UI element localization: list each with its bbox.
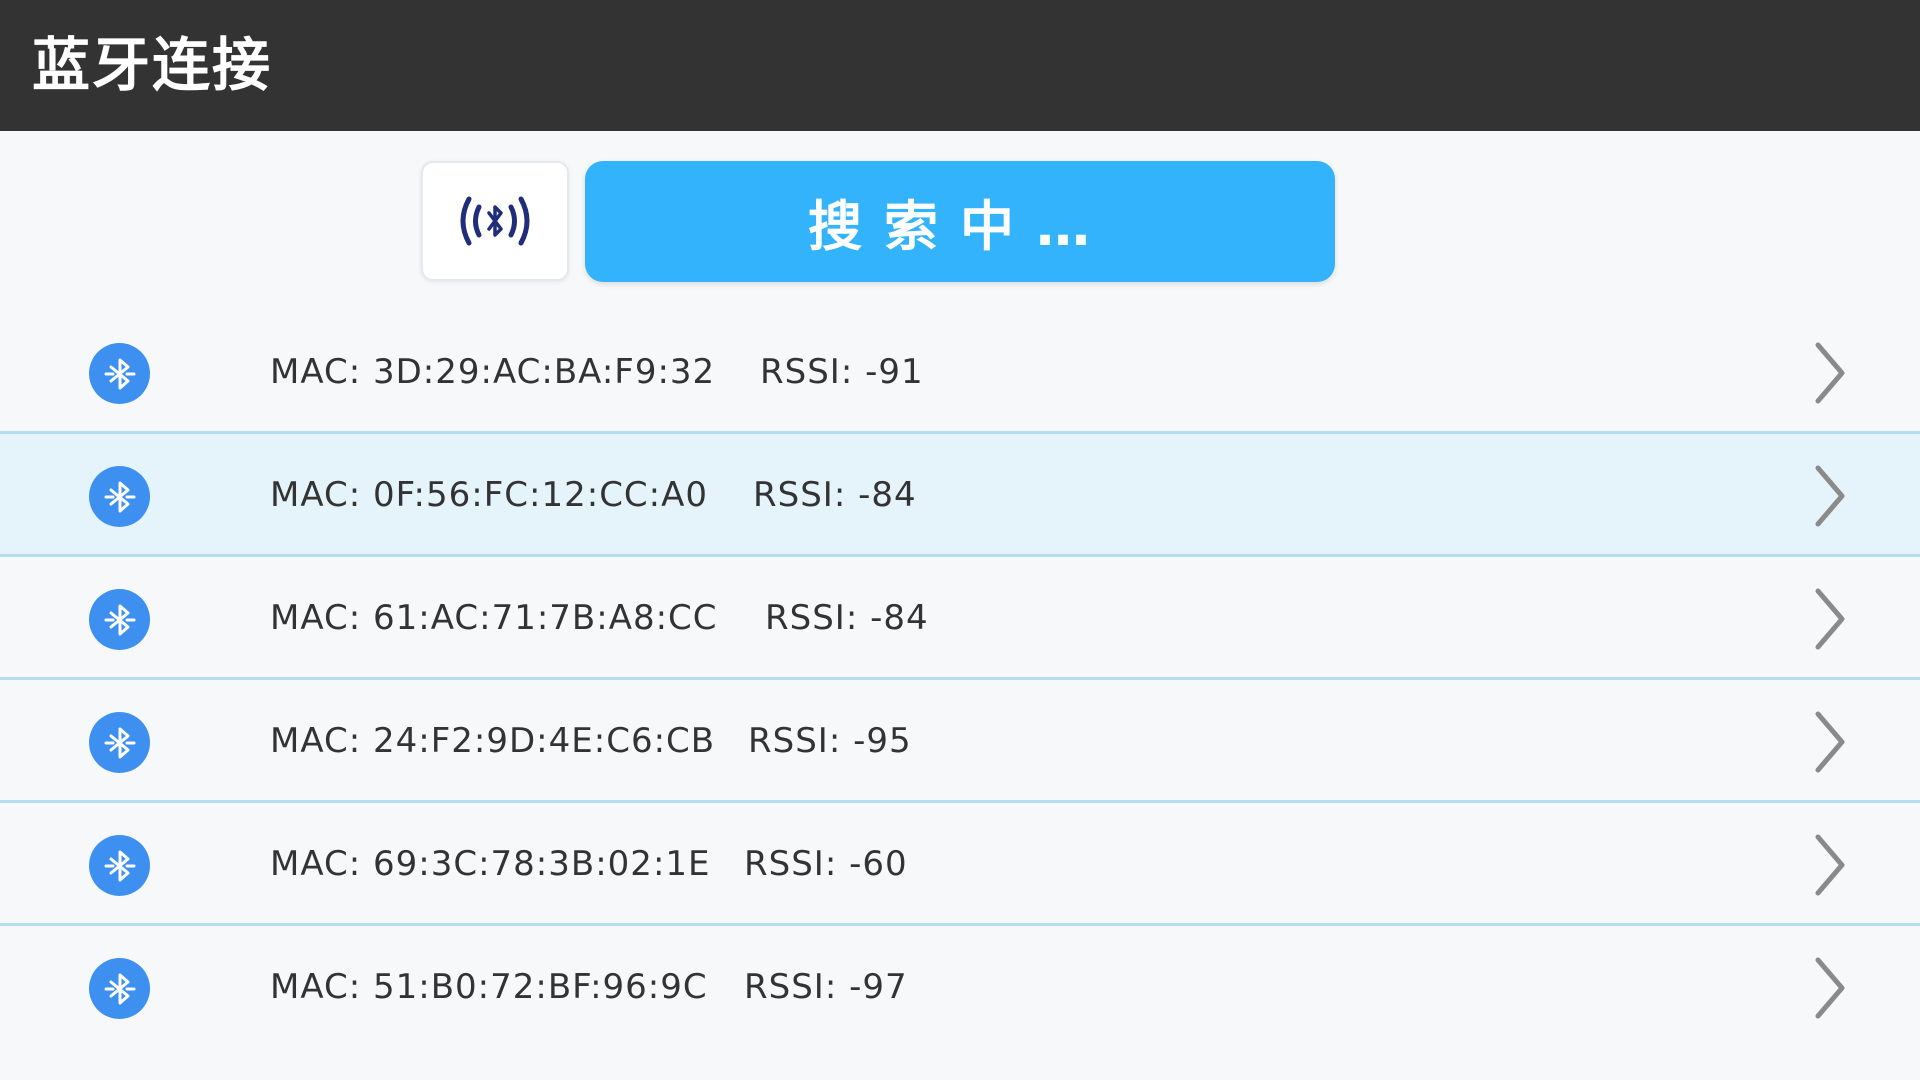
chevron-right-icon: [1810, 341, 1850, 405]
device-rssi: RSSI: -95: [748, 721, 912, 761]
bluetooth-icon: [89, 343, 150, 404]
device-rssi: RSSI: -84: [753, 475, 917, 515]
toolbar: 搜索中…: [0, 131, 1920, 311]
device-list: MAC: 3D:29:AC:BA:F9:32 RSSI: -91 MAC: 0F:5…: [0, 311, 1920, 1080]
device-mac-address: MAC: 24:F2:9D:4E:C6:CB: [270, 721, 716, 761]
chevron-right-icon: [1810, 710, 1850, 774]
chevron-right-icon: [1810, 464, 1850, 528]
bluetooth-scan-button[interactable]: [421, 161, 569, 281]
device-mac-address: MAC: 61:AC:71:7B:A8:CC: [270, 598, 718, 638]
device-rssi: RSSI: -60: [744, 844, 908, 884]
device-row[interactable]: MAC: 61:AC:71:7B:A8:CC RSSI: -84: [0, 557, 1920, 680]
device-mac-address: MAC: 69:3C:78:3B:02:1E: [270, 844, 711, 884]
bluetooth-broadcast-icon: [460, 196, 530, 246]
device-row[interactable]: MAC: 24:F2:9D:4E:C6:CB RSSI: -95: [0, 680, 1920, 803]
device-rssi: RSSI: -97: [744, 967, 908, 1007]
device-rssi: RSSI: -84: [765, 598, 929, 638]
bluetooth-icon: [89, 589, 150, 650]
search-button[interactable]: 搜索中…: [585, 161, 1335, 282]
page-title: 蓝牙连接: [32, 31, 273, 99]
device-rssi: RSSI: -91: [760, 352, 924, 392]
device-row[interactable]: MAC: 0F:56:FC:12:CC:A0 RSSI: -84: [0, 434, 1920, 557]
bluetooth-icon: [89, 835, 150, 896]
bluetooth-icon: [89, 466, 150, 527]
title-bar: 蓝牙连接: [0, 0, 1920, 131]
chevron-right-icon: [1810, 956, 1850, 1020]
device-row[interactable]: MAC: 51:B0:72:BF:96:9C RSSI: -97: [0, 926, 1920, 1049]
chevron-right-icon: [1810, 587, 1850, 651]
device-row[interactable]: MAC: 3D:29:AC:BA:F9:32 RSSI: -91: [0, 311, 1920, 434]
device-mac-address: MAC: 0F:56:FC:12:CC:A0: [270, 475, 709, 515]
device-mac-address: MAC: 51:B0:72:BF:96:9C: [270, 967, 708, 1007]
bluetooth-icon: [89, 958, 150, 1019]
device-mac-address: MAC: 3D:29:AC:BA:F9:32: [270, 352, 716, 392]
bluetooth-icon: [89, 712, 150, 773]
device-row[interactable]: MAC: 69:3C:78:3B:02:1E RSSI: -60: [0, 803, 1920, 926]
chevron-right-icon: [1810, 833, 1850, 897]
